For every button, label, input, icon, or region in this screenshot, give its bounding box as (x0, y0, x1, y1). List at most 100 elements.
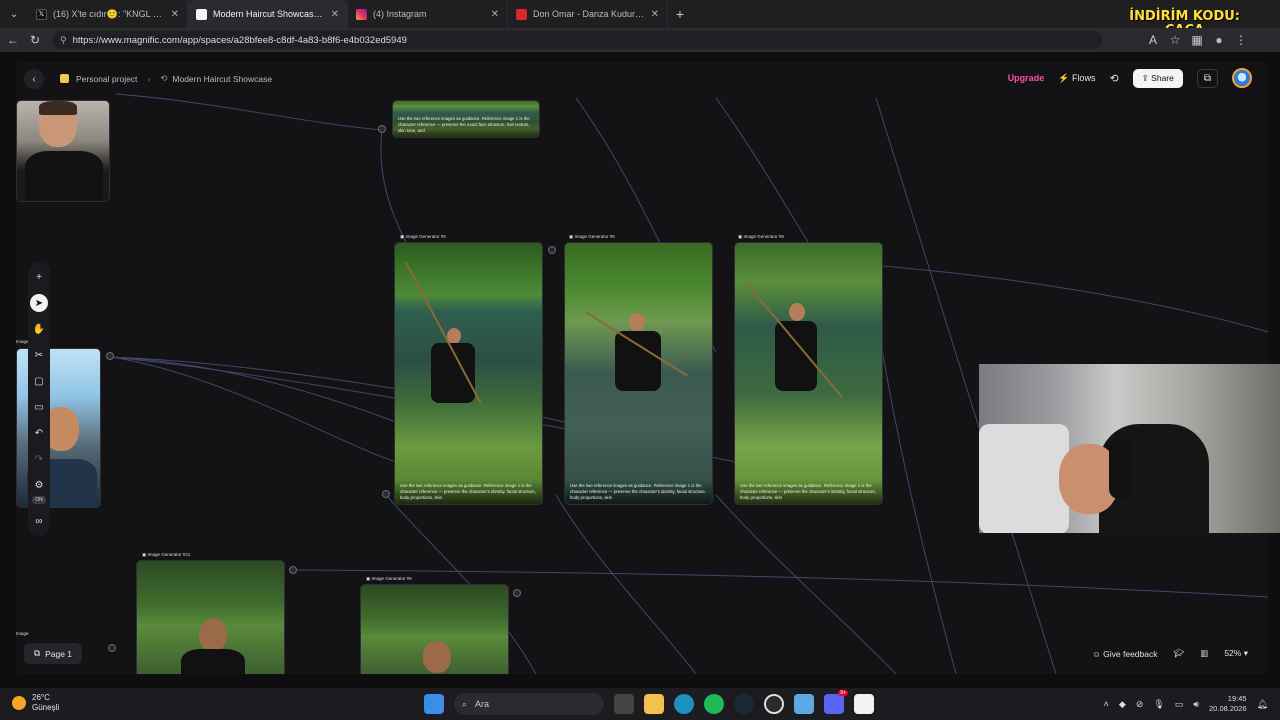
output-port[interactable] (513, 589, 521, 597)
undo-icon[interactable]: ↶ (30, 424, 48, 442)
notepad-icon[interactable] (794, 694, 814, 714)
search-placeholder: Ara (475, 699, 490, 709)
person-face (423, 641, 451, 673)
browser-tab-strip: ⌄ 𝕏 (16) X'te cıdır🙂: "KNGL EKİP (PAR ✕ … (0, 0, 1280, 28)
avatar[interactable] (1232, 68, 1252, 88)
url-field[interactable]: ⚲ https://www.magnific.com/app/spaces/a2… (52, 31, 1102, 49)
image-generator-node[interactable]: Use the two reference images as guidance… (734, 242, 883, 505)
lightning-icon: ⚡ (1058, 72, 1070, 83)
output-port[interactable] (378, 125, 386, 133)
page-icon: ⧉ (34, 648, 41, 658)
system-clock[interactable]: 19:45 20.08.2026 (1209, 694, 1247, 714)
steam-tray-icon[interactable]: ◆ (1119, 699, 1126, 710)
input-port[interactable] (108, 644, 116, 652)
map-icon[interactable]: ▥ (1200, 648, 1208, 659)
webcam-overlay (979, 364, 1280, 533)
learn-cap-icon[interactable]: 🎓︎ (1174, 648, 1185, 659)
network-off-icon[interactable]: ⊘ (1136, 699, 1144, 710)
display-icon[interactable]: ▭ (1175, 699, 1184, 710)
history-icon[interactable]: ⟲ (1109, 72, 1118, 85)
hand-pan-icon[interactable]: ✋ (30, 320, 48, 338)
notification-badge: 9+ (838, 690, 848, 696)
image-node[interactable] (16, 100, 110, 202)
node-label: ▣ Image Generator #6 (569, 234, 615, 240)
tab-title: (4) Instagram (373, 9, 427, 19)
browser-tab-magnific[interactable]: Modern Haircut Showcase - Space ✕ (188, 0, 348, 28)
image-generator-node[interactable] (360, 584, 509, 674)
spotify-icon[interactable] (704, 694, 724, 714)
add-icon[interactable]: + (30, 268, 48, 286)
browser-tab-youtube[interactable]: Don Omar - Danza Kuduro (Letra) ✕ (508, 0, 668, 28)
page-selector-button[interactable]: ⧉ Page 1 (24, 643, 83, 664)
image-generator-node[interactable] (136, 560, 285, 674)
instagram-icon (356, 8, 367, 20)
settings-gear-icon[interactable]: ⚙ (30, 476, 48, 494)
close-tab-icon[interactable]: ✕ (331, 9, 339, 20)
browser-address-bar: ← ↻ ⚲ https://www.magnific.com/app/space… (0, 28, 1280, 52)
site-info-icon[interactable]: ⚲ (60, 35, 67, 46)
weather-widget[interactable]: 26°C Güneşli (12, 693, 59, 713)
clock-time: 19:45 (1227, 694, 1247, 703)
comment-icon[interactable]: ▭ (30, 398, 48, 416)
share-button[interactable]: ⇪ Share (1132, 68, 1183, 88)
flows-button[interactable]: ⚡ Flows (1058, 73, 1095, 84)
task-view-icon[interactable] (614, 694, 634, 714)
breadcrumb: Personal project › ⟲ Modern Haircut Show… (60, 73, 272, 84)
scissors-icon[interactable]: ✂ (30, 346, 48, 364)
select-cursor-icon[interactable]: ➤ (30, 294, 48, 312)
node-label: ▣ Image Generator #6 (366, 576, 412, 582)
new-tab-button[interactable]: + (668, 6, 692, 22)
extensions-icon[interactable]: ▦ (1186, 33, 1208, 47)
volume-icon[interactable]: 🔊︎ (1193, 699, 1199, 710)
browser-tab-instagram[interactable]: (4) Instagram ✕ (348, 0, 508, 28)
breadcrumb-project[interactable]: Personal project (76, 74, 137, 84)
back-arrow-icon[interactable]: ← (2, 33, 24, 47)
node-label-text: Image Generator #6 (371, 576, 412, 581)
reload-icon[interactable]: ↻ (24, 33, 46, 47)
tab-title: Don Omar - Danza Kuduro (Letra) (533, 9, 645, 19)
browser-tab-x[interactable]: 𝕏 (16) X'te cıdır🙂: "KNGL EKİP (PAR ✕ (28, 0, 188, 28)
image-generator-node[interactable]: Use the two reference images as guidance… (564, 242, 713, 505)
edge-icon[interactable] (674, 694, 694, 714)
close-tab-icon[interactable]: ✕ (171, 9, 179, 20)
output-port[interactable] (548, 246, 556, 254)
image-generator-node[interactable]: Use the two reference images as guidance… (394, 242, 543, 505)
zoom-control[interactable]: 52% ▾ (1224, 648, 1248, 659)
present-icon[interactable]: ⧉ (1196, 68, 1218, 88)
frame-icon[interactable]: ▢ (30, 372, 48, 390)
youtube-icon (516, 8, 527, 20)
infinity-icon[interactable]: ∞ (30, 512, 48, 530)
discord-icon[interactable]: 9+ (824, 690, 848, 714)
notifications-bell-icon[interactable]: 🔔︎ (1257, 699, 1268, 710)
taskbar-search[interactable]: ⌕ Ara (454, 693, 604, 715)
person-figure (615, 331, 661, 391)
capcut-icon[interactable] (854, 694, 874, 714)
feedback-label: Give feedback (1103, 648, 1158, 659)
canvas-toolbar: + ➤ ✋ ✂ ▢ ▭ ↶ ↷ ⚙ ON ∞ (28, 262, 50, 536)
close-tab-icon[interactable]: ✕ (491, 9, 499, 20)
chevron-up-icon[interactable]: ˄ (1104, 699, 1109, 709)
browser-menu-icon[interactable]: ⋮ (1230, 33, 1252, 47)
redo-icon[interactable]: ↷ (30, 450, 48, 468)
back-button[interactable]: ‹ (24, 69, 44, 89)
image-generator-node[interactable]: Use the two reference images as guidance… (392, 100, 540, 138)
windows-start-icon[interactable] (424, 694, 444, 714)
browser-profile-icon[interactable]: ● (1208, 33, 1230, 47)
give-feedback-button[interactable]: ☺ Give feedback (1092, 649, 1157, 659)
input-port[interactable] (382, 490, 390, 498)
prompt-caption: Use the two reference images as guidance… (735, 480, 882, 504)
weather-temp: 26°C (32, 693, 50, 702)
bookmark-star-icon[interactable]: ☆ (1164, 33, 1186, 47)
steam-icon[interactable] (734, 694, 754, 714)
file-explorer-icon[interactable] (644, 694, 664, 714)
microphone-icon[interactable]: 🎙︎ (1153, 699, 1164, 710)
node-label-text: Image Generator #9 (743, 234, 784, 239)
translate-icon[interactable]: A (1142, 33, 1164, 47)
output-port[interactable] (289, 566, 297, 574)
tab-search-chevron-icon[interactable]: ⌄ (0, 9, 28, 20)
opera-gx-icon[interactable] (764, 694, 784, 714)
upgrade-button[interactable]: Upgrade (1008, 73, 1045, 83)
breadcrumb-space[interactable]: Modern Haircut Showcase (172, 74, 272, 84)
output-port[interactable] (106, 352, 114, 360)
close-tab-icon[interactable]: ✕ (651, 9, 659, 20)
